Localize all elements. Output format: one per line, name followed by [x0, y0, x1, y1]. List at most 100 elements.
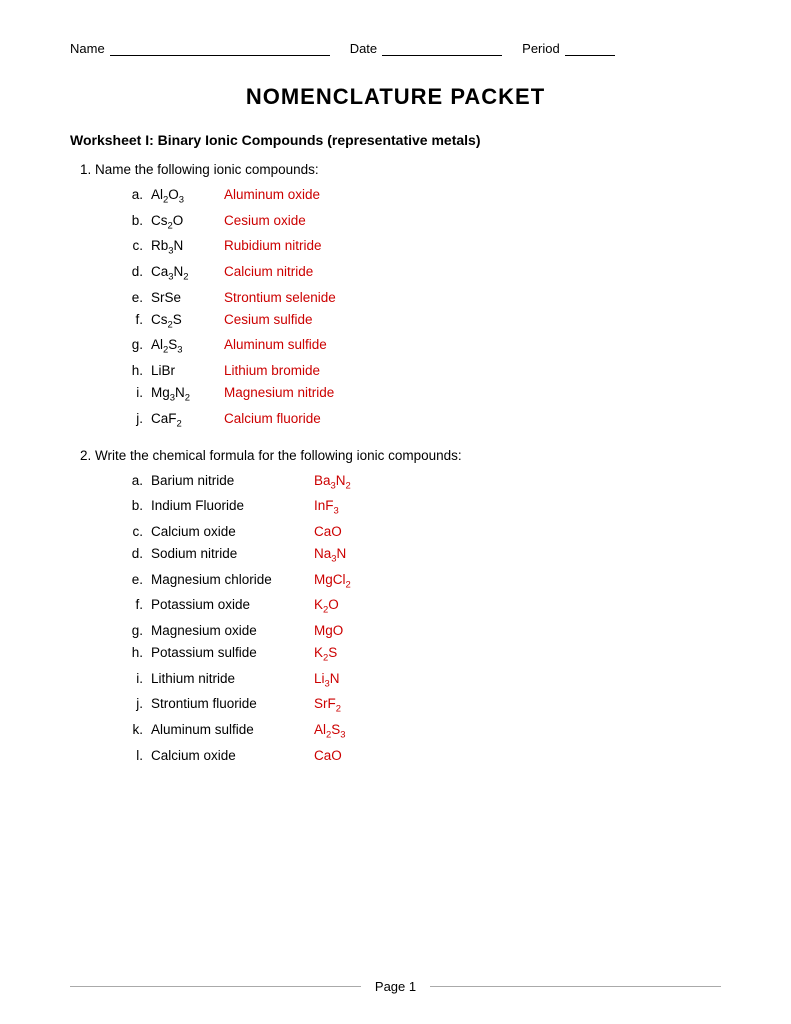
list-item: i.Lithium nitrideLi3N	[125, 671, 721, 690]
list-item: b. Indium Fluoride InF3	[125, 498, 721, 517]
item-letter: a.	[125, 473, 143, 488]
item-formula-answer: Li3N	[314, 671, 340, 690]
list-item: e.Magnesium chlorideMgCl2	[125, 572, 721, 591]
item-answer: Lithium bromide	[224, 363, 320, 378]
item-formula: Ca3N2	[151, 264, 216, 283]
list-item: f. Potassium oxide K2O	[125, 597, 721, 616]
item-letter: i.	[125, 385, 143, 400]
item-formula: Mg3N2	[151, 385, 216, 404]
item-answer: Calcium fluoride	[224, 411, 321, 426]
item-letter: g.	[125, 337, 143, 352]
item-answer: Strontium selenide	[224, 290, 336, 305]
item-compound-name: Magnesium chloride	[151, 572, 306, 587]
list-item: j.Strontium fluorideSrF2	[125, 696, 721, 715]
item-formula-answer: Ba3N2	[314, 473, 351, 492]
list-item: b.Cs2OCesium oxide	[125, 213, 721, 232]
page-title: Nomenclature Packet	[70, 84, 721, 110]
item-letter: f.	[125, 597, 143, 612]
item-letter: b.	[125, 213, 143, 228]
item-formula: LiBr	[151, 363, 216, 378]
item-compound-name: Sodium nitride	[151, 546, 306, 561]
item-answer: Rubidium nitride	[224, 238, 322, 253]
item-compound-name: Potassium oxide	[151, 597, 306, 612]
date-field: Date	[350, 40, 502, 56]
item-formula: Al2S3	[151, 337, 216, 356]
list-item: k. Aluminum sulfide Al2S3	[125, 722, 721, 741]
item-formula-answer: MgCl2	[314, 572, 351, 591]
q1-list: a.Al2O3Aluminum oxideb.Cs2OCesium oxidec…	[125, 187, 721, 430]
name-label: Name	[70, 41, 105, 56]
footer-line-right	[430, 986, 721, 987]
item-letter: h.	[125, 363, 143, 378]
period-label: Period	[522, 41, 560, 56]
list-item: h. LiBr Lithium bromide	[125, 363, 721, 378]
item-formula-answer: SrF2	[314, 696, 341, 715]
q1-header: 1. Name the following ionic compounds:	[80, 162, 721, 177]
item-formula-answer: CaO	[314, 748, 342, 763]
worksheet1-title: Worksheet I: Binary Ionic Compounds (rep…	[70, 132, 721, 148]
name-field: Name	[70, 40, 330, 56]
item-letter: d.	[125, 264, 143, 279]
footer-line-left	[70, 986, 361, 987]
item-letter: i.	[125, 671, 143, 686]
item-compound-name: Magnesium oxide	[151, 623, 306, 638]
item-formula-answer: CaO	[314, 524, 342, 539]
list-item: c.Calcium oxideCaO	[125, 524, 721, 539]
item-letter: h.	[125, 645, 143, 660]
item-answer: Magnesium nitride	[224, 385, 334, 400]
list-item: d. Sodium nitride Na3N	[125, 546, 721, 565]
item-answer: Aluminum sulfide	[224, 337, 327, 352]
period-field: Period	[522, 40, 615, 56]
list-item: f. Cs2S Cesium sulfide	[125, 312, 721, 331]
item-letter: l.	[125, 748, 143, 763]
item-compound-name: Calcium oxide	[151, 748, 306, 763]
item-letter: e.	[125, 290, 143, 305]
item-formula: Rb3N	[151, 238, 216, 257]
item-compound-name: Strontium fluoride	[151, 696, 306, 711]
item-letter: k.	[125, 722, 143, 737]
list-item: l. Calcium oxide CaO	[125, 748, 721, 763]
item-formula: Al2O3	[151, 187, 216, 206]
list-item: j.CaF2Calcium fluoride	[125, 411, 721, 430]
item-formula-answer: K2S	[314, 645, 337, 664]
list-item: g. Al2S3 Aluminum sulfide	[125, 337, 721, 356]
item-compound-name: Indium Fluoride	[151, 498, 306, 513]
item-letter: d.	[125, 546, 143, 561]
item-formula-answer: InF3	[314, 498, 339, 517]
item-formula-answer: MgO	[314, 623, 343, 638]
header: Name Date Period	[70, 40, 721, 56]
item-letter: f.	[125, 312, 143, 327]
q2-list: a. Barium nitride Ba3N2 b. Indium Fluoride In…	[125, 473, 721, 763]
list-item: i. Mg3N2 Magnesium nitride	[125, 385, 721, 404]
item-formula-answer: Na3N	[314, 546, 346, 565]
list-item: e.SrSeStrontium selenide	[125, 290, 721, 305]
list-item: d.Ca3N2Calcium nitride	[125, 264, 721, 283]
item-letter: b.	[125, 498, 143, 513]
page-number: Page 1	[361, 979, 430, 994]
date-label: Date	[350, 41, 377, 56]
item-compound-name: Potassium sulfide	[151, 645, 306, 660]
list-item: h. Potassium sulfide K2S	[125, 645, 721, 664]
date-underline	[382, 40, 502, 56]
item-answer: Cesium sulfide	[224, 312, 313, 327]
item-letter: c.	[125, 524, 143, 539]
item-formula: Cs2S	[151, 312, 216, 331]
question-2: 2. Write the chemical formula for the fo…	[70, 448, 721, 763]
footer: Page 1	[0, 979, 791, 994]
item-formula-answer: K2O	[314, 597, 339, 616]
period-underline	[565, 40, 615, 56]
page: Name Date Period Nomenclature Packet Wor…	[0, 0, 791, 1024]
item-answer: Aluminum oxide	[224, 187, 320, 202]
list-item: c.Rb3NRubidium nitride	[125, 238, 721, 257]
item-compound-name: Barium nitride	[151, 473, 306, 488]
item-compound-name: Aluminum sulfide	[151, 722, 306, 737]
name-underline	[110, 40, 330, 56]
list-item: a. Barium nitride Ba3N2	[125, 473, 721, 492]
item-letter: g.	[125, 623, 143, 638]
item-formula: Cs2O	[151, 213, 216, 232]
q2-header: 2. Write the chemical formula for the fo…	[80, 448, 721, 463]
item-formula-answer: Al2S3	[314, 722, 346, 741]
list-item: g. Magnesium oxide MgO	[125, 623, 721, 638]
item-formula: CaF2	[151, 411, 216, 430]
question-1: 1. Name the following ionic compounds: a…	[70, 162, 721, 430]
